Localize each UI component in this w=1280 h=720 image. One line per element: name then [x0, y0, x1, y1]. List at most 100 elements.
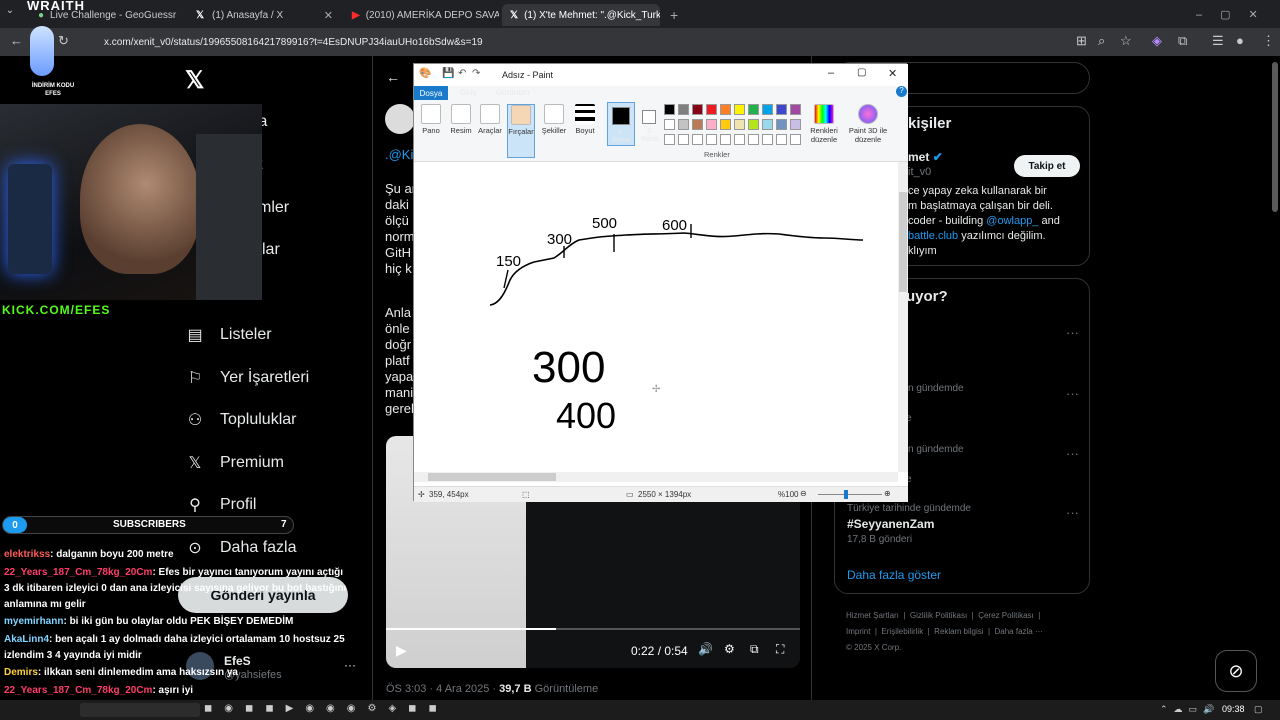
nav-messages[interactable]: lar [262, 241, 280, 259]
paint3d-button[interactable]: Paint 3D ile düzenle [846, 104, 890, 144]
play-icon[interactable]: ▶ [396, 642, 407, 659]
save-icon[interactable]: 💾 [442, 68, 454, 79]
scroll-thumb[interactable] [899, 192, 907, 292]
settings-icon[interactable]: ⚙ [724, 642, 735, 656]
palette-swatch[interactable] [678, 104, 689, 115]
footer-link[interactable]: Gizlilik Politikası [910, 611, 967, 620]
horizontal-scrollbar[interactable] [414, 472, 898, 482]
palette-swatch-empty[interactable] [692, 134, 703, 145]
image-button[interactable]: Resim [448, 104, 474, 135]
palette-swatch-empty[interactable] [776, 134, 787, 145]
palette-swatch[interactable] [664, 104, 675, 115]
palette-swatch[interactable] [790, 104, 801, 115]
puzzle-icon[interactable]: ⧉ [1178, 33, 1187, 49]
zoom-in-icon[interactable]: ⊕ [884, 489, 891, 498]
trend-name[interactable]: #SeyyanenZam [847, 517, 934, 531]
url-field[interactable]: x.com/xenit_v0/status/199655081642178991… [84, 32, 1084, 52]
tab-search-icon[interactable]: ☰ [1212, 33, 1224, 49]
trend-more-icon[interactable]: ··· [1066, 325, 1079, 340]
brushes-button[interactable]: Fırçalar [507, 104, 535, 158]
notification-icon[interactable]: ▢ [1254, 704, 1263, 715]
tools-button[interactable]: Araçlar [476, 104, 504, 135]
zoom-thumb[interactable] [844, 490, 848, 499]
maximize-icon[interactable]: ▢ [857, 67, 866, 78]
palette-swatch[interactable] [692, 119, 703, 130]
footer-link[interactable]: Daha fazla ··· [995, 627, 1043, 636]
reload-icon[interactable]: ↻ [58, 33, 69, 49]
palette-swatch[interactable] [734, 119, 745, 130]
author-avatar[interactable] [385, 104, 415, 134]
paint-canvas[interactable]: 150 300 500 600 300 400 ✢ [414, 162, 908, 486]
palette-swatch[interactable] [748, 104, 759, 115]
edit-colors-button[interactable]: Renkleri düzenle [806, 104, 842, 144]
post-mention[interactable]: .@Ki [385, 147, 413, 162]
trend-more-icon[interactable]: ··· [1066, 446, 1079, 461]
nav-communities[interactable]: ⚇ Topluluklar [186, 411, 297, 429]
nav-profile[interactable]: ⚲ Profil [186, 496, 256, 514]
taskbar-search[interactable] [80, 703, 200, 717]
window-controls[interactable]: –▢✕ [1196, 8, 1276, 21]
palette-swatch[interactable] [706, 119, 717, 130]
palette-swatch-empty[interactable] [748, 134, 759, 145]
menu-file[interactable]: Dosya [414, 86, 448, 100]
menu-view[interactable]: Görünüm [496, 88, 529, 97]
nav-notifications[interactable]: mler [258, 199, 289, 217]
page-scrollbar[interactable] [1272, 62, 1278, 212]
palette-swatch[interactable] [692, 104, 703, 115]
palette-swatch-empty[interactable] [762, 134, 773, 145]
close-icon[interactable]: ✕ [324, 9, 333, 22]
palette-swatch[interactable] [776, 104, 787, 115]
size-button[interactable]: Boyut [572, 104, 598, 135]
minimize-icon[interactable]: – [828, 67, 834, 79]
clipboard-button[interactable]: Pano [418, 104, 444, 135]
footer-link[interactable]: Imprint [846, 627, 870, 636]
volume-icon[interactable]: 🔊 [698, 642, 713, 656]
palette-swatch[interactable] [720, 104, 731, 115]
palette-swatch[interactable] [776, 119, 787, 130]
redo-icon[interactable]: ↷ [472, 68, 480, 79]
video-progress-track[interactable] [386, 628, 800, 630]
palette-swatch-empty[interactable] [720, 134, 731, 145]
tab-youtube[interactable]: ▶(2010) AMERİKA DEPO SAVAŞL✕ [344, 4, 499, 26]
scroll-thumb[interactable] [428, 473, 556, 481]
trend-more-icon[interactable]: ··· [1066, 505, 1079, 520]
palette-swatch[interactable] [720, 119, 731, 130]
palette-swatch[interactable] [748, 119, 759, 130]
footer-link[interactable]: Hizmet Şartları [846, 611, 899, 620]
grok-icon[interactable]: ⊘ [1215, 650, 1257, 692]
back-icon[interactable]: ← [10, 33, 23, 48]
color1-button[interactable]: 1. Renk [607, 102, 635, 146]
nav-lists[interactable]: ▤ Listeler [186, 326, 271, 344]
close-icon[interactable]: ✕ [888, 67, 897, 80]
nav-bookmarks[interactable]: ⚐ Yer İşaretleri [186, 369, 309, 387]
palette-swatch[interactable] [762, 119, 773, 130]
new-tab-button[interactable]: + [662, 4, 682, 26]
palette-swatch[interactable] [790, 119, 801, 130]
extension-icon[interactable]: ◈ [1152, 33, 1162, 49]
palette-swatch[interactable] [664, 119, 675, 130]
zoom-slider[interactable] [818, 490, 882, 499]
palette-swatch-empty[interactable] [706, 134, 717, 145]
help-icon[interactable]: ? [896, 86, 907, 97]
color2-button[interactable]: 2. Renk [638, 102, 664, 146]
bio-link[interactable]: @owlapp_ [986, 215, 1038, 227]
palette-swatch-empty[interactable] [790, 134, 801, 145]
fullscreen-icon[interactable]: ⛶ [776, 642, 784, 657]
tab-x-home[interactable]: 𝕏 (1) Anasayfa / X ✕ [186, 4, 341, 26]
show-more-link[interactable]: Daha fazla göster [847, 568, 941, 582]
trend-more-icon[interactable]: ··· [1066, 386, 1079, 401]
palette-swatch-empty[interactable] [734, 134, 745, 145]
footer-link[interactable]: Erişilebilirlik [881, 627, 923, 636]
taskbar-apps[interactable]: ◼◉◼◼▶◉◉◉⚙◈◼◼ [204, 703, 449, 714]
shapes-button[interactable]: Şekiller [540, 104, 568, 135]
follow-button[interactable]: Takip et [1014, 155, 1080, 177]
back-arrow-icon[interactable]: ← [386, 69, 400, 85]
palette-swatch[interactable] [678, 119, 689, 130]
bio-link[interactable]: battle.club [908, 230, 958, 242]
footer-link[interactable]: Reklam bilgisi [934, 627, 983, 636]
nav-premium[interactable]: 𝕏 Premium [186, 454, 284, 472]
pip-icon[interactable]: ⧉ [750, 642, 759, 657]
system-tray-icons[interactable]: ⌃☁▭🔊 [1160, 704, 1220, 715]
install-icon[interactable]: ⊞ [1076, 33, 1087, 49]
palette-swatch[interactable] [706, 104, 717, 115]
